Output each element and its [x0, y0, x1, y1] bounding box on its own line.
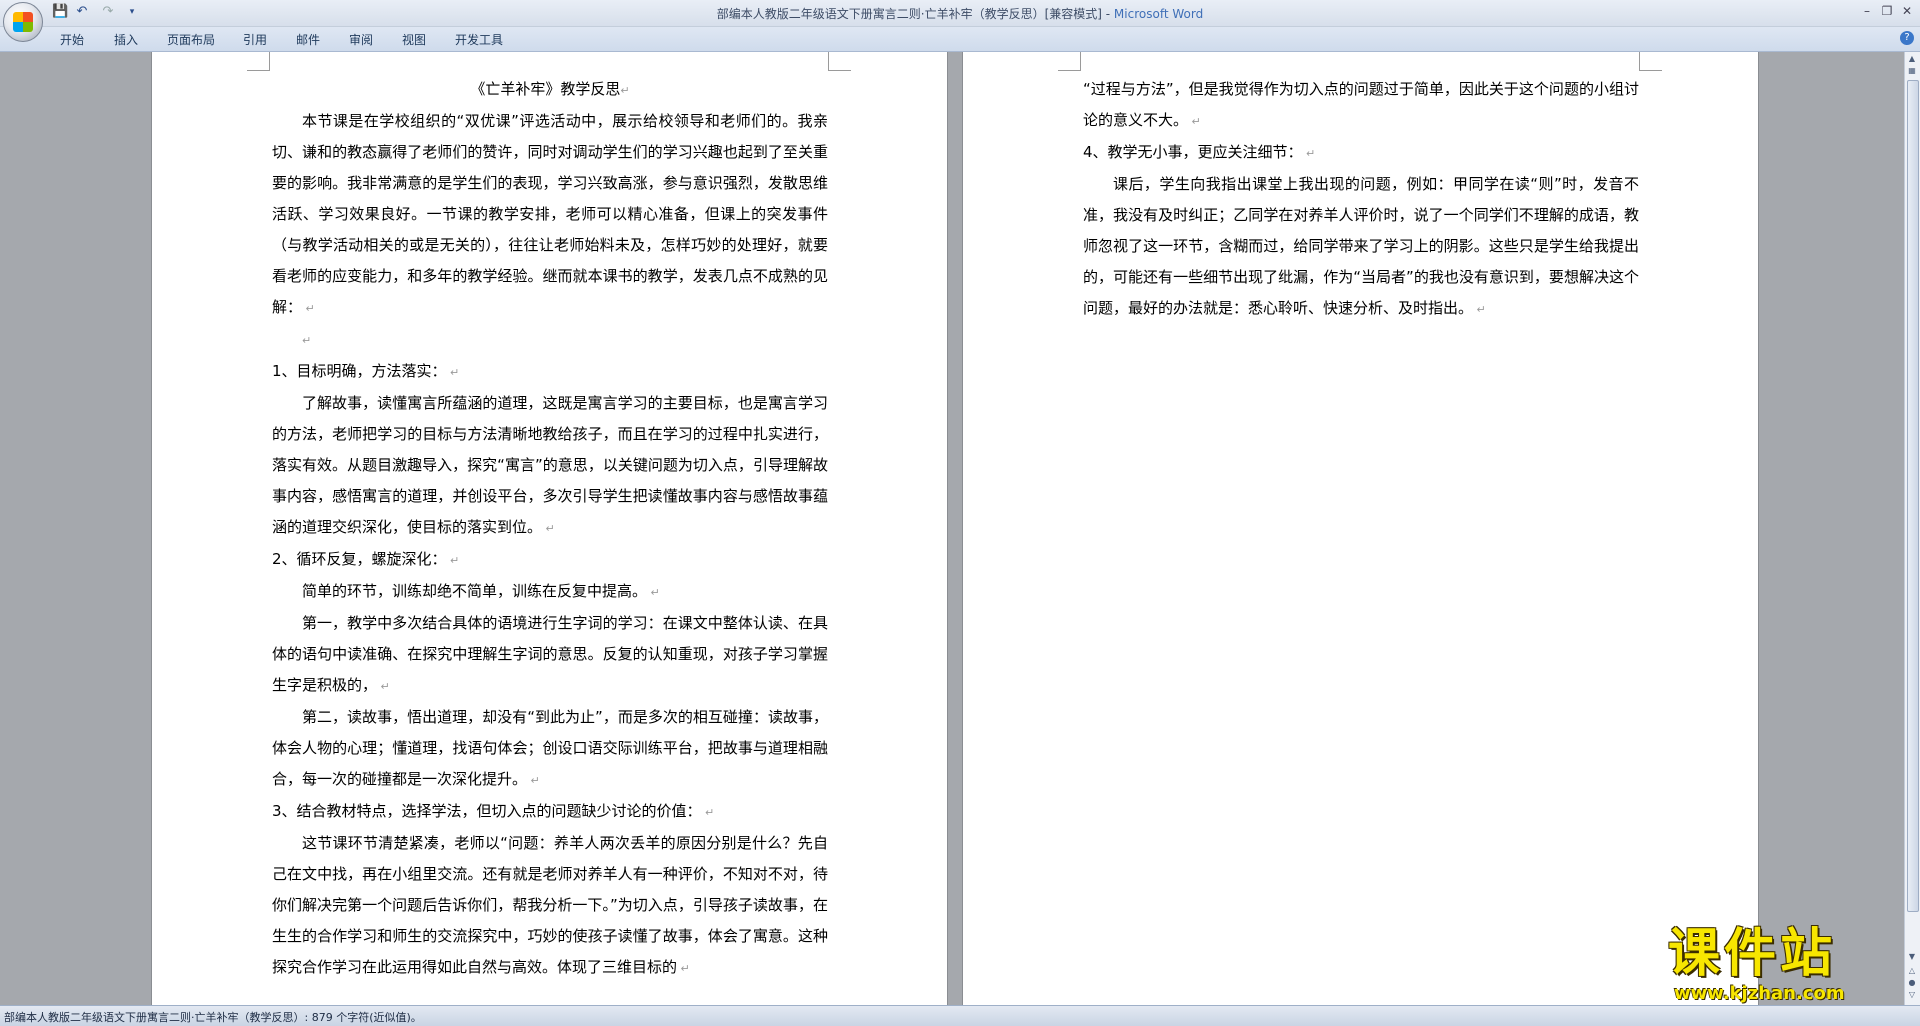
paragraph-text: 课后，学生向我指出课堂上我出现的问题，例如：甲同学在读“则”时，发音不准，我没有…	[1083, 175, 1639, 317]
tab-references[interactable]: 引用	[243, 31, 267, 48]
minimize-icon[interactable]: –	[1858, 3, 1876, 19]
paragraph-mark-icon: ↵	[1302, 147, 1316, 160]
tab-page-layout[interactable]: 页面布局	[167, 31, 215, 48]
paragraph-text: 这节课环节清楚紧凑，老师以“问题：养羊人两次丢羊的原因分别是什么？先自己在文中找…	[272, 834, 828, 976]
restore-icon[interactable]: ❐	[1878, 3, 1896, 19]
office-logo-icon	[13, 12, 33, 32]
page-2[interactable]: “过程与方法”，但是我觉得作为切入点的问题过于简单，因此关于这个问题的小组讨论的…	[962, 52, 1759, 1005]
office-button[interactable]	[3, 2, 43, 42]
page-2-content: “过程与方法”，但是我觉得作为切入点的问题过于简单，因此关于这个问题的小组讨论的…	[1083, 74, 1639, 325]
tab-review[interactable]: 审阅	[349, 31, 373, 48]
paragraph: 1、目标明确，方法落实： ↵	[272, 356, 828, 388]
page-1[interactable]: 《亡羊补牢》教学反思↵ 本节课是在学校组织的“双优课”评选活动中，展示给校领导和…	[151, 52, 948, 1005]
paragraph: 简单的环节，训练却绝不简单，训练在反复中提高。 ↵	[272, 576, 828, 608]
prev-page-icon[interactable]: △	[1907, 966, 1917, 976]
tab-home[interactable]: 开始	[60, 31, 84, 48]
crop-mark	[1058, 52, 1081, 71]
paragraph: “过程与方法”，但是我觉得作为切入点的问题过于简单，因此关于这个问题的小组讨论的…	[1083, 74, 1639, 137]
page-2-paragraphs: “过程与方法”，但是我觉得作为切入点的问题过于简单，因此关于这个问题的小组讨论的…	[1083, 74, 1639, 325]
paragraph-mark-icon: ↵	[677, 962, 690, 975]
page-1-content: 《亡羊补牢》教学反思↵ 本节课是在学校组织的“双优课”评选活动中，展示给校领导和…	[272, 74, 828, 984]
paragraph-mark-icon: ↵	[1188, 115, 1201, 128]
paragraph-text: 3、结合教材特点，选择学法，但切入点的问题缺少讨论的价值：	[272, 802, 702, 820]
close-icon[interactable]: ✕	[1898, 3, 1916, 19]
watermark-url: www.kjzhan.com	[1674, 983, 1845, 1004]
document-title: 部编本人教版二年级语文下册寓言二则·亡羊补牢（教学反思）[兼容模式] -	[716, 7, 1114, 21]
watermark-text: 课件站	[1668, 924, 1837, 984]
paragraph: 3、结合教材特点，选择学法，但切入点的问题缺少讨论的价值： ↵	[272, 796, 828, 828]
browse-object-icon[interactable]: ●	[1907, 978, 1917, 988]
paragraph-mark-icon: ↵	[542, 522, 555, 535]
crop-mark	[1639, 52, 1662, 71]
ruler-toggle-icon[interactable]: ▦	[1907, 66, 1917, 76]
paragraph: 4、教学无小事，更应关注细节： ↵	[1083, 137, 1639, 169]
tab-insert[interactable]: 插入	[114, 31, 138, 48]
vertical-scrollbar[interactable]: ▲ ▦ ▼ △ ● ▽	[1904, 52, 1920, 1005]
paragraph-mark-icon: ↵	[446, 554, 460, 567]
paragraph-text: 2、循环反复，螺旋深化：	[272, 550, 447, 568]
crop-mark	[828, 52, 851, 71]
paragraph-mark-icon: ↵	[377, 680, 390, 693]
document-heading: 《亡羊补牢》教学反思↵	[470, 80, 630, 98]
paragraph-text: 第一，教学中多次结合具体的语境进行生字词的学习：在课文中整体认读、在具体的语句中…	[272, 614, 828, 694]
paragraph: 第二，读故事，悟出道理，却没有“到此为止”，而是多次的相互碰撞：读故事，体会人物…	[272, 702, 828, 796]
paragraph: 第一，教学中多次结合具体的语境进行生字词的学习：在课文中整体认读、在具体的语句中…	[272, 608, 828, 702]
paragraph-text: 简单的环节，训练却绝不简单，训练在反复中提高。	[302, 582, 648, 600]
paragraph-text: 本节课是在学校组织的“双优课”评选活动中，展示给校领导和老师们的。我亲切、谦和的…	[272, 112, 828, 316]
window-title: 部编本人教版二年级语文下册寓言二则·亡羊补牢（教学反思）[兼容模式] - Mic…	[0, 5, 1920, 22]
crop-mark	[247, 52, 270, 71]
paragraph-mark-icon: ↵	[1473, 303, 1486, 316]
paragraph: 了解故事，读懂寓言所蕴涵的道理，这既是寓言学习的主要目标，也是寓言学习的方法，老…	[272, 388, 828, 544]
paragraph-mark-icon: ↵	[446, 366, 460, 379]
scroll-up-icon[interactable]: ▲	[1907, 54, 1917, 64]
help-icon[interactable]: ?	[1900, 31, 1914, 45]
paragraph-text: 1、目标明确，方法落实：	[272, 362, 447, 380]
tab-developer[interactable]: 开发工具	[455, 31, 503, 48]
ribbon-tabs: 开始 插入 页面布局 引用 邮件 审阅 视图 开发工具 ?	[0, 27, 1920, 52]
paragraph-mark-icon: ↵	[701, 806, 715, 819]
paragraph-mark-icon: ↵	[527, 774, 540, 787]
paragraph: 本节课是在学校组织的“双优课”评选活动中，展示给校领导和老师们的。我亲切、谦和的…	[272, 106, 828, 324]
paragraph: ↵	[272, 324, 828, 356]
document-area: 《亡羊补牢》教学反思↵ 本节课是在学校组织的“双优课”评选活动中，展示给校领导和…	[0, 52, 1905, 1005]
paragraph-mark-icon: ↵	[647, 586, 660, 599]
tab-mailings[interactable]: 邮件	[296, 31, 320, 48]
paragraph-text: 了解故事，读懂寓言所蕴涵的道理，这既是寓言学习的主要目标，也是寓言学习的方法，老…	[272, 394, 828, 536]
paragraph-text: “过程与方法”，但是我觉得作为切入点的问题过于简单，因此关于这个问题的小组讨论的…	[1083, 80, 1639, 129]
paragraph: 课后，学生向我指出课堂上我出现的问题，例如：甲同学在读“则”时，发音不准，我没有…	[1083, 169, 1639, 325]
next-page-icon[interactable]: ▽	[1907, 990, 1917, 1000]
paragraph-mark-icon: ↵	[302, 334, 312, 347]
tab-view[interactable]: 视图	[402, 31, 426, 48]
paragraph-text: 4、教学无小事，更应关注细节：	[1083, 143, 1303, 161]
paragraph-mark-icon: ↵	[302, 302, 315, 315]
app-name: Microsoft Word	[1113, 7, 1204, 21]
paragraph: 2、循环反复，螺旋深化： ↵	[272, 544, 828, 576]
watermark-logo: 课件站 www.kjzhan.com	[1668, 925, 1903, 1005]
paragraph: 这节课环节清楚紧凑，老师以“问题：养羊人两次丢羊的原因分别是什么？先自己在文中找…	[272, 828, 828, 984]
status-text: 部编本人教版二年级语文下册寓言二则·亡羊补牢（教学反思）: 879 个字符(近似…	[4, 1011, 422, 1024]
status-bar: 部编本人教版二年级语文下册寓言二则·亡羊补牢（教学反思）: 879 个字符(近似…	[0, 1005, 1920, 1026]
scroll-down-icon[interactable]: ▼	[1907, 952, 1917, 962]
page-1-paragraphs: 本节课是在学校组织的“双优课”评选活动中，展示给校领导和老师们的。我亲切、谦和的…	[272, 106, 828, 984]
paragraph-text: 第二，读故事，悟出道理，却没有“到此为止”，而是多次的相互碰撞：读故事，体会人物…	[272, 708, 828, 788]
scroll-thumb[interactable]	[1907, 80, 1919, 912]
title-bar: 💾 ↶ ↷ ▾ 部编本人教版二年级语文下册寓言二则·亡羊补牢（教学反思）[兼容模…	[0, 0, 1920, 42]
